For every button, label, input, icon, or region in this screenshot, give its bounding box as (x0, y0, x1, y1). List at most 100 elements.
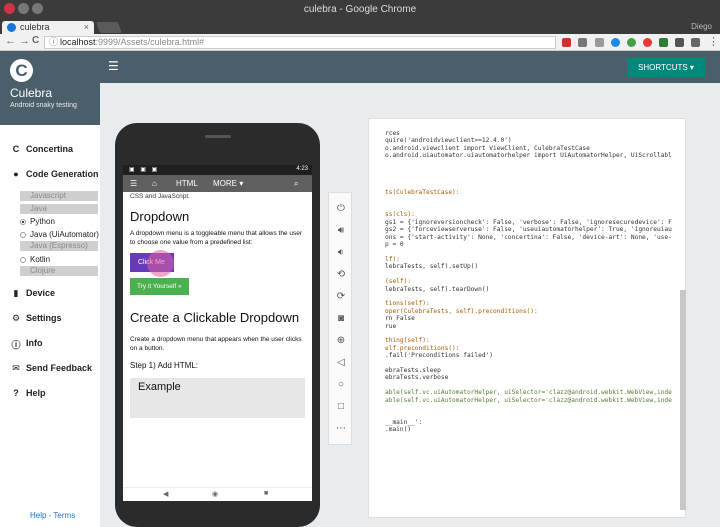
sidebar-item-help[interactable]: ? Help (0, 385, 100, 410)
address-bar[interactable]: ⓘ localhost:9999/Assets/culebra.html# (44, 36, 556, 49)
home-softkey-icon[interactable]: ◉ (212, 490, 218, 498)
speaker-grille (205, 135, 231, 138)
nav-more[interactable]: MORE ▾ (213, 179, 243, 188)
app-tagline: Android snaky testing (10, 102, 77, 109)
back-button[interactable]: ← (5, 35, 16, 47)
recents-softkey-icon[interactable]: ■ (264, 490, 268, 497)
sidebar-item-settings[interactable]: ⚙ Settings (0, 310, 100, 335)
menu-icon[interactable]: ☰ (108, 59, 119, 73)
extension-icon[interactable] (627, 38, 636, 47)
extension-icon[interactable] (562, 38, 571, 47)
profile-name[interactable]: Diego (691, 22, 712, 31)
code-line: ss(cls): (385, 211, 415, 219)
sidebar-item-device[interactable]: ▮ Device (0, 285, 100, 310)
language-java: Java (20, 203, 98, 214)
reload-button[interactable]: C (32, 35, 39, 46)
language-javascript: Javascript (20, 191, 98, 201)
forward-button[interactable]: → (19, 35, 30, 47)
generated-code[interactable]: rces quire('androidviewclient>=12.4.0') o.… (369, 119, 685, 434)
code-line: .main() (385, 426, 412, 434)
new-tab-button[interactable] (95, 22, 123, 33)
radio-icon[interactable] (20, 231, 26, 238)
click-me-button[interactable]: Click Me (130, 250, 174, 277)
phone-icon: ▮ (13, 287, 19, 298)
home-icon[interactable]: ⌂ (152, 179, 157, 188)
more-icon[interactable]: ⋯ (334, 422, 348, 436)
cast-icon[interactable] (675, 38, 684, 47)
home-icon[interactable]: ○ (334, 378, 348, 392)
radio-selected-icon[interactable] (20, 219, 26, 225)
sidebar-item-send-feedback[interactable]: ✉ Send Feedback (0, 360, 100, 385)
code-line: __main__': (385, 418, 423, 426)
code-panel[interactable]: rces quire('androidviewclient>=12.4.0') o.… (368, 118, 686, 518)
extension-icon[interactable] (643, 38, 652, 47)
gear-icon: ⚙ (11, 312, 21, 323)
touch-indicator (147, 250, 174, 277)
try-it-button[interactable]: Try it Yourself » (130, 278, 189, 295)
language-java-uiautomator[interactable]: Java (UiAutomator) (0, 229, 100, 242)
volume-down-icon[interactable]: 🔉︎ (334, 246, 348, 260)
rotate-right-icon[interactable]: ⟳ (334, 290, 348, 304)
url-host: localhost (60, 37, 96, 47)
overview-icon[interactable]: □ (334, 400, 348, 414)
device-screen[interactable]: ▣ ▣ ▣ 4:23 ☰ ⌂ HTML MORE ▾ ⌕ CSS and Jav… (123, 165, 312, 501)
sidebar-item-label: Settings (26, 312, 62, 323)
code-line: rn False (385, 315, 415, 323)
search-icon[interactable]: ⌕ (294, 179, 298, 189)
sidebar-item-code-generation[interactable]: ● Code Generation (0, 166, 100, 191)
code-scrollbar[interactable] (680, 290, 686, 510)
power-icon[interactable]: ⏻ (334, 202, 348, 216)
sidebar-item-label: Device (26, 287, 56, 298)
sidebar-item-concertina[interactable]: C Concertina (0, 141, 100, 166)
url-path: :9999/Assets/culebra.html# (95, 37, 205, 47)
code-line: able(self.vc.uiAutomatorHelper, uiSelect… (385, 389, 672, 397)
hamburger-icon[interactable]: ☰ (130, 179, 137, 188)
window-title: culebra - Google Chrome (303, 4, 417, 15)
extension-icon[interactable] (611, 38, 620, 47)
zoom-icon[interactable]: ⊕ (334, 334, 348, 348)
browser-tab[interactable]: culebra × (2, 21, 94, 34)
shortcuts-button[interactable]: SHORTCUTS ▾ (627, 58, 705, 77)
tab-close-icon[interactable]: × (84, 22, 89, 32)
code-line: oper(CulebraTests, self).preconditions()… (385, 307, 538, 315)
extension-icon[interactable] (578, 38, 587, 47)
favicon-icon (7, 23, 16, 32)
nav-html[interactable]: HTML (176, 179, 198, 188)
code-line: able(self.vc.uiAutomatorHelper, uiSelect… (385, 396, 672, 404)
code-line: o.android.viewclient import ViewClient, … (385, 144, 590, 152)
extension-icon[interactable] (595, 38, 604, 47)
code-line: ebraTests.sleep (385, 367, 441, 374)
language-kotlin[interactable]: Kotlin (0, 254, 100, 267)
volume-up-icon[interactable]: 🔊︎ (334, 224, 348, 238)
radio-icon[interactable] (20, 256, 26, 263)
code-line: gs2 = {'forceviewserveruse': False, 'use… (385, 226, 672, 234)
sidebar-item-info[interactable]: ⓘ Info (0, 335, 100, 360)
back-icon[interactable]: ◁ (334, 356, 348, 370)
camera-icon[interactable]: ◙ (334, 312, 348, 326)
help-link[interactable]: Help (30, 511, 46, 520)
code-line: (self): (385, 278, 412, 286)
notification-icons: ▣ ▣ ▣ (129, 167, 160, 173)
terms-link[interactable]: Terms (53, 511, 75, 520)
sidebar-item-label: Send Feedback (26, 362, 93, 373)
culebra-logo: C (10, 59, 33, 82)
extension-icon[interactable] (691, 38, 700, 47)
back-softkey-icon[interactable]: ◀ (163, 490, 168, 498)
language-python[interactable]: Python (0, 216, 100, 229)
sidebar: C Culebra Android snaky testing C Concert… (0, 51, 100, 527)
rotate-left-icon[interactable]: ⟲ (334, 268, 348, 282)
info-icon[interactable]: ⓘ (49, 37, 58, 48)
chrome-menu-icon[interactable]: ⋮ (708, 35, 719, 48)
web-page: CSS and JavaScript. Dropdown A dropdown … (123, 192, 312, 418)
extension-icon[interactable] (659, 38, 668, 47)
language-list: Javascript Java Python Java (UiAutomator… (0, 191, 100, 276)
